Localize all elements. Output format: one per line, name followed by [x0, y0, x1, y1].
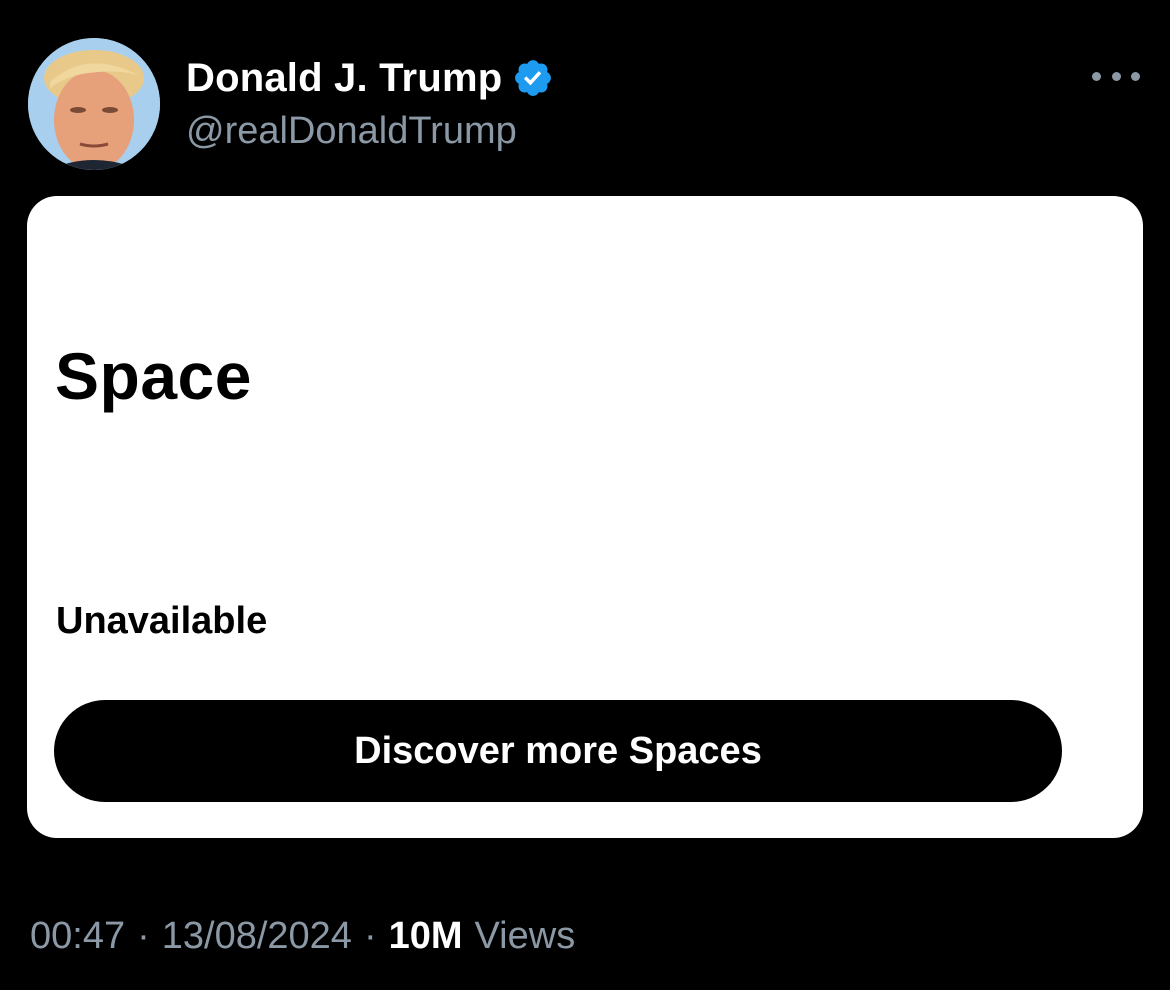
- verified-badge-icon[interactable]: [512, 57, 554, 99]
- tweet-date[interactable]: 13/08/2024: [162, 910, 352, 962]
- more-dot-icon: [1131, 71, 1140, 81]
- meta-separator: ·: [137, 915, 150, 957]
- user-avatar[interactable]: [28, 38, 160, 170]
- space-title: Space: [55, 339, 252, 413]
- avatar-image: [28, 38, 160, 170]
- views-count[interactable]: 10M: [389, 910, 463, 962]
- space-status: Unavailable: [56, 600, 268, 642]
- tweet-meta: 00:47 · 13/08/2024 · 10M Views: [30, 910, 575, 962]
- tweet-header: Donald J. Trump @realDonaldTrump: [0, 0, 1170, 190]
- more-dot-icon: [1111, 71, 1121, 81]
- meta-separator: ·: [363, 915, 377, 957]
- views-label: Views: [474, 915, 576, 957]
- more-options-icon[interactable]: [1092, 66, 1140, 86]
- author-display-name[interactable]: Donald J. Trump: [186, 54, 502, 102]
- space-card[interactable]: Space Unavailable Discover more Spaces: [27, 196, 1143, 838]
- more-dot-icon: [1092, 71, 1101, 81]
- author-name-row: Donald J. Trump: [186, 52, 554, 104]
- author-handle[interactable]: @realDonaldTrump: [186, 108, 517, 154]
- tweet-time[interactable]: 00:47: [30, 910, 125, 962]
- discover-more-spaces-button[interactable]: Discover more Spaces: [54, 700, 1062, 802]
